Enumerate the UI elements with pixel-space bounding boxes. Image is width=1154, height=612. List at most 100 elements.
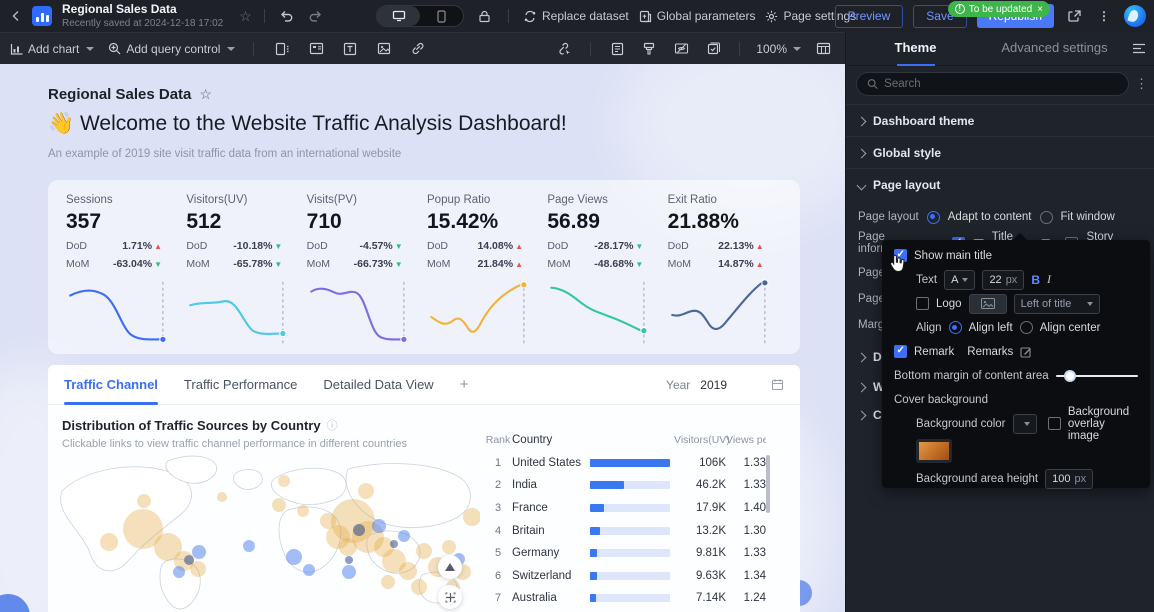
- page-layout-row: Page layout Adapt to content Fit window: [858, 210, 1115, 224]
- kpi-mom-row: MoM -48.68% ▼: [547, 258, 644, 270]
- map-reset-button[interactable]: [438, 585, 462, 609]
- preview-button[interactable]: Preview: [834, 4, 904, 28]
- kpi-card[interactable]: Sessions 357 DoD 1.71% ▲ MoM -63.04% ▼: [64, 194, 184, 354]
- background-color-select[interactable]: [1012, 413, 1037, 434]
- table-row[interactable]: 1 United States 106K 1.33: [484, 452, 774, 475]
- search-kebab-icon[interactable]: ⋮: [1135, 76, 1148, 92]
- section-global-style[interactable]: Global style: [846, 140, 1154, 166]
- kpi-sparkline: [186, 276, 304, 354]
- italic-button[interactable]: I: [1047, 272, 1051, 287]
- bold-button[interactable]: B: [1031, 273, 1040, 287]
- group-widgets-icon[interactable]: [272, 39, 292, 59]
- section-dashboard-theme[interactable]: Dashboard theme: [846, 108, 1154, 134]
- zoom-control[interactable]: 100%: [756, 42, 801, 56]
- image-widget-icon[interactable]: [374, 39, 394, 59]
- search-input[interactable]: [884, 78, 1118, 90]
- country-table: Rank Country Visitors(UV) Views per capi…: [484, 429, 774, 610]
- edit-toolbar: Add chart Add query control 100%: [0, 32, 845, 64]
- section-page-layout[interactable]: Page layout: [846, 172, 1154, 198]
- kpi-card[interactable]: Popup Ratio 15.42% DoD 14.08% ▲ MoM 21.84% ▲: [425, 194, 545, 354]
- remark-edit-icon[interactable]: [1020, 346, 1032, 358]
- radio-adapt-to-content[interactable]: [926, 210, 940, 224]
- tab-traffic-performance[interactable]: Traffic Performance: [184, 365, 297, 405]
- table-scrollbar[interactable]: [766, 455, 770, 513]
- font-size-input[interactable]: 22 px: [982, 269, 1025, 290]
- link-cursor-icon[interactable]: [554, 39, 574, 59]
- background-image-thumbnail[interactable]: [916, 439, 952, 463]
- back-icon[interactable]: [8, 8, 24, 24]
- badge-close-icon[interactable]: ×: [1037, 4, 1043, 15]
- map-zoom-button[interactable]: [438, 555, 462, 579]
- title-area-settings-popup: Show main title Text A 22px B I Logo Lef…: [882, 240, 1150, 489]
- kpi-card[interactable]: Page Views 56.89 DoD -28.17% ▼ MoM -48.68% ▼: [545, 194, 665, 354]
- tab-traffic-channel[interactable]: Traffic Channel: [64, 365, 158, 405]
- table-row[interactable]: 3 France 17.9K 1.40: [484, 497, 774, 520]
- logo-position-select[interactable]: Left of title: [1013, 293, 1100, 314]
- grid-table-icon[interactable]: [813, 39, 833, 59]
- logo-checkbox[interactable]: [916, 297, 929, 310]
- add-tab-button[interactable]: +: [460, 376, 469, 393]
- add-chart-button[interactable]: Add chart: [10, 42, 95, 56]
- kpi-card[interactable]: Visits(PV) 710 DoD -4.57% ▼ MoM -66.73% ▼: [305, 194, 425, 354]
- background-height-input[interactable]: 100 px: [1045, 468, 1094, 489]
- kpi-grid: Sessions 357 DoD 1.71% ▲ MoM -63.04% ▼ Visit…: [48, 180, 800, 354]
- kpi-card[interactable]: Exit Ratio 21.88% DoD 22.13% ▲ MoM 14.87% ▲: [666, 194, 786, 354]
- world-map[interactable]: [48, 451, 480, 612]
- tab-detailed-data-view[interactable]: Detailed Data View: [323, 365, 433, 405]
- table-row[interactable]: 7 Australia 7.14K 1.24: [484, 587, 774, 610]
- background-overlay-checkbox[interactable]: [1047, 417, 1061, 430]
- tab-theme[interactable]: Theme: [846, 32, 985, 66]
- global-parameters-button[interactable]: Global parameters: [639, 9, 755, 23]
- lock-icon[interactable]: [474, 6, 494, 26]
- mobile-view-icon[interactable]: [420, 6, 463, 26]
- tab-advanced-settings[interactable]: Advanced settings: [985, 32, 1124, 66]
- format-brush-icon[interactable]: [639, 39, 659, 59]
- kpi-label: Page Views: [547, 194, 608, 206]
- table-row[interactable]: 6 Switzerland 9.63K 1.34: [484, 565, 774, 588]
- remark-checkbox[interactable]: [894, 345, 907, 358]
- add-query-control-button[interactable]: Add query control: [108, 42, 236, 56]
- align-left-radio[interactable]: [948, 321, 962, 334]
- batch-select-icon[interactable]: [703, 39, 723, 59]
- redo-icon[interactable]: [305, 6, 325, 26]
- bottom-margin-slider[interactable]: [1055, 369, 1138, 382]
- desktop-view-icon[interactable]: [377, 6, 420, 26]
- kpi-mom-row: MoM -63.04% ▼: [66, 258, 162, 270]
- more-kebab-icon[interactable]: ⋮: [1094, 6, 1114, 26]
- table-row[interactable]: 5 Germany 9.81K 1.33: [484, 542, 774, 565]
- kpi-dod-row: DoD 1.71% ▲: [66, 240, 162, 252]
- favorite-star-icon[interactable]: ☆: [239, 8, 252, 25]
- hide-widget-icon[interactable]: [671, 39, 691, 59]
- dashboard-description: An example of 2019 site visit traffic da…: [48, 148, 402, 160]
- global-parameters-icon: [639, 10, 651, 22]
- logo-image-button[interactable]: [968, 293, 1007, 314]
- notes-icon[interactable]: [607, 39, 627, 59]
- year-filter-value[interactable]: 2019: [700, 378, 727, 392]
- search-box[interactable]: [856, 72, 1129, 96]
- text-widget-icon[interactable]: [340, 39, 360, 59]
- year-filter-label: Year: [666, 377, 691, 392]
- calendar-icon[interactable]: [771, 378, 784, 391]
- title-star-icon[interactable]: ☆: [199, 86, 212, 103]
- user-avatar[interactable]: [1124, 5, 1146, 27]
- replace-dataset-button[interactable]: Replace dataset: [523, 9, 629, 23]
- share-export-icon[interactable]: [1064, 6, 1084, 26]
- kpi-mom-row: MoM 21.84% ▲: [427, 258, 523, 270]
- show-main-title-checkbox[interactable]: [894, 249, 907, 262]
- chart-subtitle: Clickable links to view traffic channel …: [62, 438, 408, 450]
- table-row[interactable]: 2 India 46.2K 1.33: [484, 474, 774, 497]
- search-icon: [867, 79, 878, 90]
- info-icon[interactable]: ⓘ: [327, 417, 338, 433]
- map-chart-widget[interactable]: Distribution of Traffic Sources by Count…: [48, 405, 800, 612]
- radio-fit-window[interactable]: [1039, 210, 1053, 224]
- font-color-select[interactable]: A: [944, 269, 976, 290]
- layout-block-icon[interactable]: [306, 39, 326, 59]
- undo-icon[interactable]: [277, 6, 297, 26]
- top-bar: Regional Sales Data Recently saved at 20…: [0, 0, 1154, 32]
- table-row[interactable]: 4 Britain 13.2K 1.30: [484, 519, 774, 542]
- panel-collapse-icon[interactable]: [1124, 43, 1154, 54]
- kpi-card[interactable]: Visitors(UV) 512 DoD -10.18% ▼ MoM -65.78% ▼: [184, 194, 304, 354]
- align-center-radio[interactable]: [1019, 321, 1033, 334]
- device-toggle[interactable]: [376, 5, 464, 27]
- link-widget-icon[interactable]: [408, 39, 428, 59]
